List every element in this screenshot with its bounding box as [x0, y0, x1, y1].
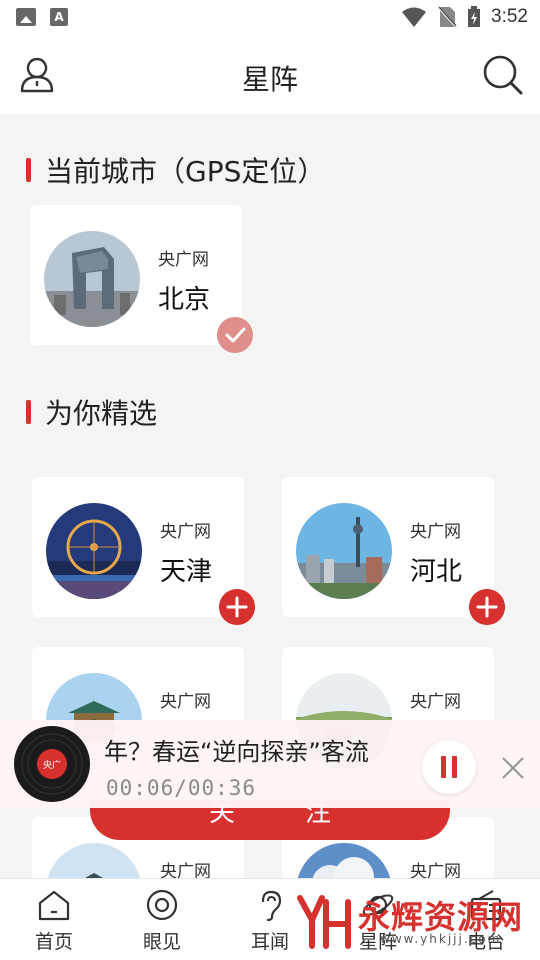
wifi-icon	[402, 7, 427, 27]
eye-icon	[146, 889, 178, 921]
section-title-text: 当前城市（GPS定位）	[45, 155, 326, 188]
check-icon	[217, 317, 253, 353]
search-icon[interactable]	[482, 54, 524, 96]
mini-player[interactable]: 央广 年？春运“逆向探亲”客流 00:06/00:36	[0, 720, 540, 808]
pause-button[interactable]	[422, 740, 476, 794]
city-card-hebei[interactable]: 央广网 河北	[282, 477, 494, 617]
city-source: 央广网	[410, 522, 461, 542]
section-title-current-city: 当前城市（GPS定位）	[26, 150, 325, 190]
no-sim-icon	[437, 6, 457, 28]
city-source: 央广网	[160, 692, 211, 712]
battery-icon	[468, 6, 481, 27]
svg-text:央广: 央广	[43, 759, 61, 771]
pause-icon	[441, 756, 446, 778]
section-marker	[26, 400, 31, 424]
gallery-notification-icon	[16, 8, 36, 26]
city-name: 河北	[410, 557, 463, 587]
font-notification-icon: A	[50, 8, 68, 26]
top-app-bar: 星阵	[0, 36, 540, 114]
watermark-url: www.yhkjjj.com	[380, 932, 502, 946]
add-city-button[interactable]	[219, 589, 255, 625]
city-thumbnail	[46, 503, 142, 599]
add-city-button[interactable]	[469, 589, 505, 625]
page-title: 星阵	[241, 63, 298, 96]
album-disc-icon: 央广	[14, 726, 90, 802]
status-bar: A 3:52	[0, 0, 540, 36]
watermark: 永辉资源网 www.yhkjjj.com	[296, 892, 536, 952]
city-card-current[interactable]: 央广网 北京	[30, 205, 242, 345]
city-name: 北京	[158, 285, 211, 315]
ear-icon	[261, 890, 282, 921]
home-icon	[38, 890, 70, 921]
tab-label: 眼见	[142, 931, 181, 953]
section-marker	[26, 158, 31, 182]
city-source: 央广网	[160, 522, 211, 542]
track-title: 年？春运“逆向探亲”客流	[104, 738, 369, 766]
city-source: 央广网	[158, 250, 209, 270]
city-thumbnail	[44, 231, 140, 327]
track-time: 00:06/00:36	[106, 776, 257, 800]
section-title-picks: 为你精选	[26, 392, 157, 432]
city-card-tianjin[interactable]: 央广网 天津	[32, 477, 244, 617]
close-icon[interactable]	[498, 753, 528, 783]
clock: 3:52	[491, 6, 528, 27]
tab-label: 首页	[34, 931, 73, 953]
tab-see[interactable]: 眼见	[122, 889, 202, 954]
city-name: 天津	[160, 557, 213, 587]
city-thumbnail	[296, 503, 392, 599]
city-source: 央广网	[410, 692, 461, 712]
tab-home[interactable]: 首页	[14, 889, 94, 954]
section-title-text: 为你精选	[45, 397, 158, 430]
watermark-logo	[297, 895, 351, 949]
